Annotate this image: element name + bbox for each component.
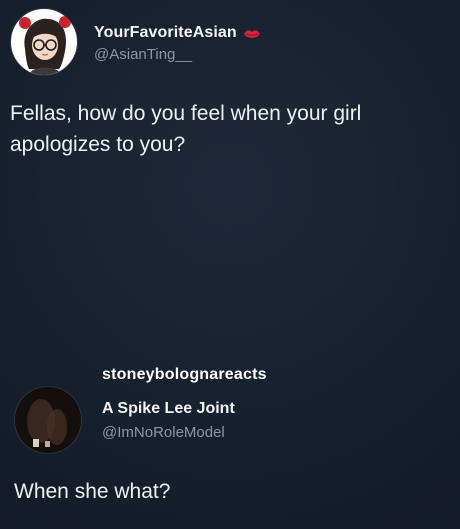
user-handle[interactable]: @AsianTing__ (94, 46, 261, 63)
tweet-screenshot: YourFavoriteAsian @AsianTing__ Fellas, h… (0, 0, 460, 529)
avatar-illustration (19, 16, 71, 75)
lips-emoji-icon (243, 27, 261, 39)
display-name-row: YourFavoriteAsian (94, 23, 261, 43)
reply-text: When she what? (14, 480, 171, 503)
reply-display-name[interactable]: A Spike Lee Joint (102, 400, 235, 418)
avatar-photo (15, 387, 81, 453)
tweet-text: Fellas, how do you feel when your girl a… (10, 102, 362, 156)
user-info: YourFavoriteAsian @AsianTing__ (94, 23, 261, 63)
watermark-caption: stoneybolognareacts (102, 366, 267, 383)
display-name[interactable]: YourFavoriteAsian (94, 24, 237, 42)
reply-user-info: A Spike Lee Joint @ImNoRoleModel (102, 400, 235, 441)
avatar-girl-glasses-icon[interactable] (10, 8, 78, 76)
reply-user-handle[interactable]: @ImNoRoleModel (102, 424, 235, 441)
avatar-dark-photo-icon[interactable] (14, 386, 82, 454)
